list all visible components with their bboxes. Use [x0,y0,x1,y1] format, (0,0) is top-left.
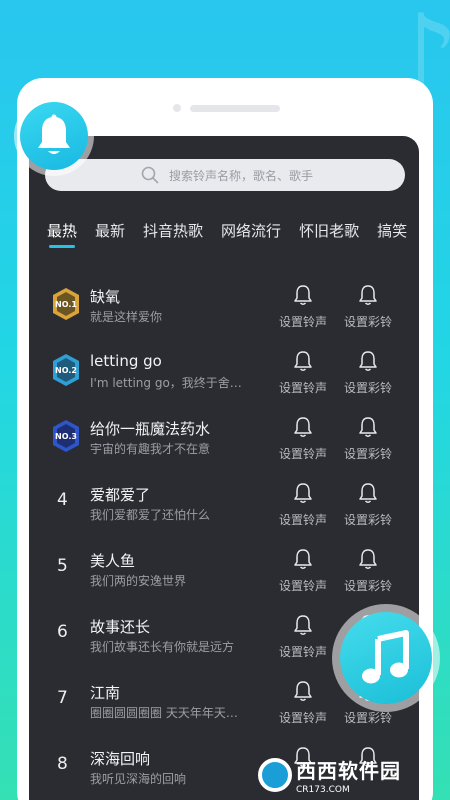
tab-douyin[interactable]: 抖音热歌 [143,220,203,248]
set-coloring-button[interactable]: 设置彩铃 [338,548,398,594]
rank-badge-icon: NO.3 [51,418,81,454]
category-tabs: 最热 最新 抖音热歌 网络流行 怀旧老歌 搞笑 [47,220,419,250]
song-subtitle: 我们爱都爱了还怕什么 [90,508,211,522]
watermark: 西西软件园 CR173.COM [258,752,448,798]
tab-funny[interactable]: 搞笑 [377,220,407,248]
bell-icon [294,285,312,305]
set-coloring-label: 设置彩铃 [343,579,392,593]
rank-number: 6 [57,622,68,642]
song-title: letting go [90,352,162,370]
song-title: 深海回响 [90,750,151,768]
tab-hot[interactable]: 最热 [47,220,77,248]
song-row[interactable]: NO.2 letting go I'm letting go，我终于舍… 设置铃… [29,338,419,404]
set-ringtone-label: 设置铃声 [278,711,327,725]
song-title: 缺氧 [90,288,121,306]
set-ringtone-button[interactable]: 设置铃声 [273,680,333,726]
song-row[interactable]: NO.3 给你一瓶魔法药水 宇宙的有趣我才不在意 设置铃声 设置彩铃 [29,404,419,470]
bell-icon [359,285,377,305]
song-subtitle: 宇宙的有趣我才不在意 [90,442,211,456]
set-ringtone-button[interactable]: 设置铃声 [273,416,333,462]
tab-popular[interactable]: 网络流行 [221,220,281,248]
phone-camera [173,104,181,112]
rank-label: NO.2 [55,365,77,375]
watermark-sub: CR173.COM [296,785,350,795]
search-icon [141,166,159,184]
search-bar[interactable]: 搜索铃声名称，歌名、歌手 [45,159,405,191]
set-coloring-button[interactable]: 设置彩铃 [338,482,398,528]
song-title: 给你一瓶魔法药水 [90,420,211,438]
song-row[interactable]: 4 爱都爱了 我们爱都爱了还怕什么 设置铃声 设置彩铃 [29,470,419,536]
set-coloring-button[interactable]: 设置彩铃 [338,284,398,330]
phone-speaker [190,105,280,112]
bell-icon [359,417,377,437]
set-coloring-label: 设置彩铃 [343,513,392,527]
set-coloring-button[interactable]: 设置彩铃 [338,416,398,462]
watermark-logo-icon [258,758,292,792]
song-title: 爱都爱了 [90,486,151,504]
song-row[interactable]: NO.1 缺氧 就是这样爱你 设置铃声 设置彩铃 [29,272,419,338]
song-subtitle: 我们两的安逸世界 [90,574,187,588]
song-subtitle: 就是这样爱你 [90,310,163,324]
bell-icon [294,483,312,503]
search-placeholder[interactable]: 搜索铃声名称，歌名、歌手 [169,167,313,184]
song-title: 故事还长 [90,618,151,636]
bell-icon [294,681,312,701]
tab-new[interactable]: 最新 [95,220,125,248]
rank-number: 5 [57,556,68,576]
tab-oldies[interactable]: 怀旧老歌 [299,220,359,248]
set-ringtone-label: 设置铃声 [278,447,327,461]
song-title: 美人鱼 [90,552,136,570]
watermark-title: 西西软件园 [296,759,401,783]
bell-icon [294,615,312,635]
rank-number: 7 [57,688,68,708]
rank-badge-icon: NO.2 [51,352,81,388]
set-coloring-label: 设置彩铃 [343,447,392,461]
set-ringtone-button[interactable]: 设置铃声 [273,482,333,528]
song-subtitle: 我们故事还长有你就是远方 [90,640,235,654]
song-list: NO.1 缺氧 就是这样爱你 设置铃声 设置彩铃 NO.2 letting go [29,272,419,800]
set-coloring-label: 设置彩铃 [343,315,392,329]
bell-icon [359,351,377,371]
app-bell-logo-icon [14,96,94,176]
rank-label: NO.3 [55,431,77,441]
bell-icon [294,417,312,437]
music-note-badge-icon [332,604,440,712]
rank-label: NO.1 [55,299,77,309]
rank-number: 8 [57,754,68,774]
set-coloring-label: 设置彩铃 [343,381,392,395]
song-subtitle: I'm letting go，我终于舍… [90,376,242,390]
bell-icon [294,549,312,569]
bell-icon [294,351,312,371]
set-ringtone-label: 设置铃声 [278,645,327,659]
set-coloring-button[interactable]: 设置彩铃 [338,350,398,396]
song-title: 江南 [90,684,121,702]
set-ringtone-button[interactable]: 设置铃声 [273,548,333,594]
bell-icon [359,483,377,503]
set-ringtone-label: 设置铃声 [278,513,327,527]
rank-badge-icon: NO.1 [51,286,81,322]
song-subtitle: 我听见深海的回响 [90,772,187,786]
set-ringtone-label: 设置铃声 [278,381,327,395]
bell-icon [359,549,377,569]
set-ringtone-button[interactable]: 设置铃声 [273,614,333,660]
set-ringtone-button[interactable]: 设置铃声 [273,284,333,330]
song-row[interactable]: 5 美人鱼 我们两的安逸世界 设置铃声 设置彩铃 [29,536,419,602]
set-ringtone-label: 设置铃声 [278,315,327,329]
set-ringtone-label: 设置铃声 [278,579,327,593]
song-subtitle: 圈圈圆圆圈圈 天天年年天… [90,706,238,720]
set-ringtone-button[interactable]: 设置铃声 [273,350,333,396]
rank-number: 4 [57,490,68,510]
